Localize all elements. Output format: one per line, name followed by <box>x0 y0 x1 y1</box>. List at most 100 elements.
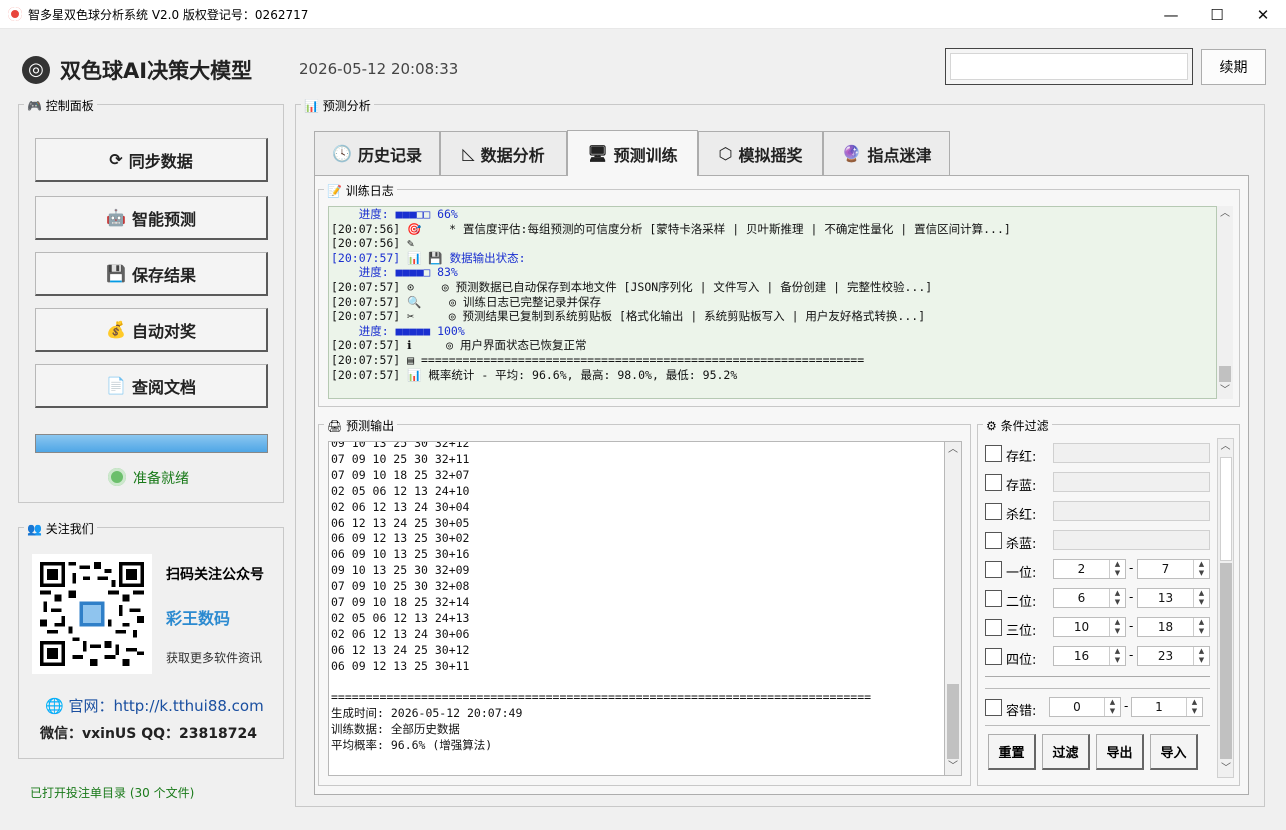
log-line: 进度: ■■■■□ 83% <box>331 265 458 280</box>
pos3-max-stepper[interactable]: 18 ▲ ▼ <box>1137 617 1210 637</box>
website-link[interactable]: 🌐 官网：http://k.tthui88.com <box>45 695 264 716</box>
pos1-checkbox[interactable] <box>985 561 1002 578</box>
log-line: [20:07:57] 📊 💾 数据输出状态: <box>331 250 526 265</box>
keep-blue-label: 存蓝: <box>1006 479 1037 494</box>
output-line: 02 06 12 13 24 30+04 <box>331 499 470 514</box>
scroll-down-icon[interactable]: ﹀ <box>1218 761 1234 777</box>
tab-history[interactable]: 🕓 历史记录 <box>314 131 440 175</box>
output-line: 06 12 13 24 25 30+12 <box>331 642 470 657</box>
tab-data-analysis[interactable]: ◺ 数据分析 <box>440 131 567 175</box>
scroll-down-icon[interactable]: ﹀ <box>945 759 961 775</box>
output-line: 07 09 10 25 30 32+08 <box>331 579 470 594</box>
output-line: 06 12 13 24 25 30+05 <box>331 515 470 530</box>
kill-red-checkbox[interactable] <box>985 503 1002 520</box>
output-line: 07 09 10 18 25 32+14 <box>331 595 470 610</box>
scroll-down-icon[interactable]: ﹀ <box>1217 383 1233 399</box>
range-dash: - <box>1129 619 1134 633</box>
reset-button[interactable]: 重置 <box>988 734 1036 770</box>
kill-blue-checkbox[interactable] <box>985 532 1002 549</box>
sync-data-button[interactable]: ⟳ 同步数据 <box>35 138 268 182</box>
filter-scrollbar[interactable]: ︿ ﹀ <box>1217 438 1234 778</box>
training-log-text[interactable]: 进度: ■■■□□ 66% [20:07:56] 🎯 * 置信度评估:每组预测的可… <box>328 206 1217 399</box>
stepper-arrows-icon[interactable]: ▲ ▼ <box>1193 560 1209 578</box>
range-dash: - <box>1129 590 1134 604</box>
range-dash: - <box>1124 699 1129 713</box>
scroll-up-icon[interactable]: ︿ <box>1217 206 1233 222</box>
save-icon: 💾 <box>106 264 126 283</box>
output-scrollbar[interactable]: ︿ ﹀ <box>945 441 962 776</box>
auto-check-button[interactable]: 💰 自动对奖 <box>35 308 268 352</box>
tab-guidance[interactable]: 🔮 指点迷津 <box>823 131 950 175</box>
tolerance-checkbox[interactable] <box>985 699 1002 716</box>
scroll-thumb[interactable] <box>1220 563 1232 759</box>
stepper-arrows-icon[interactable]: ▲ ▼ <box>1186 698 1202 716</box>
keep-red-input[interactable] <box>1053 443 1210 463</box>
close-button[interactable]: ✕ <box>1240 0 1286 29</box>
kill-blue-input[interactable] <box>1053 530 1210 550</box>
save-result-button[interactable]: 💾 保存结果 <box>35 252 268 296</box>
stepper-arrows-icon[interactable]: ▲ ▼ <box>1109 560 1125 578</box>
kill-red-input[interactable] <box>1053 501 1210 521</box>
maximize-button[interactable]: ☐ <box>1194 0 1240 29</box>
app-icon <box>8 7 22 21</box>
smart-predict-button[interactable]: 🤖 智能预测 <box>35 196 268 240</box>
tab-simulate-draw[interactable]: ⬡ 模拟摇奖 <box>698 131 823 175</box>
stepper-arrows-icon[interactable]: ▲ ▼ <box>1193 618 1209 636</box>
target-logo-icon: ◎ <box>22 56 50 84</box>
tolerance-max-stepper[interactable]: 1 ▲ ▼ <box>1131 697 1203 717</box>
renew-button[interactable]: 续期 <box>1201 49 1266 85</box>
view-docs-button[interactable]: 📄 查阅文档 <box>35 364 268 408</box>
stepper-arrows-icon[interactable]: ▲ ▼ <box>1109 647 1125 665</box>
keep-blue-checkbox[interactable] <box>985 474 1002 491</box>
robot-icon: 🤖 <box>106 208 126 227</box>
footer-status: 已打开投注单目录 (30 个文件) <box>30 786 195 800</box>
pos4-min-stepper[interactable]: 16 ▲ ▼ <box>1053 646 1126 666</box>
monitor-icon: 🖥 <box>587 144 608 163</box>
range-dash: - <box>1129 648 1134 662</box>
gamepad-icon: 🎮 <box>27 99 42 113</box>
tab-prediction-training[interactable]: 🖥 预测训练 <box>567 130 698 176</box>
import-button[interactable]: 导入 <box>1150 734 1198 770</box>
notepad-icon: 📝 <box>327 184 342 198</box>
pos1-min-stepper[interactable]: 2 ▲ ▼ <box>1053 559 1126 579</box>
keep-blue-input[interactable] <box>1053 472 1210 492</box>
stepper-arrows-icon[interactable]: ▲ ▼ <box>1193 589 1209 607</box>
printer-icon: 🖨 <box>327 419 343 433</box>
output-line: 训练数据: 全部历史数据 <box>331 722 460 737</box>
tolerance-min-stepper[interactable]: 0 ▲ ▼ <box>1049 697 1121 717</box>
training-log-scrollbar[interactable]: ︿ ﹀ <box>1217 206 1233 399</box>
pos1-label: 一位: <box>1006 566 1037 581</box>
output-line: 02 05 06 12 13 24+10 <box>331 483 470 498</box>
pos3-min-stepper[interactable]: 10 ▲ ▼ <box>1053 617 1126 637</box>
stepper-arrows-icon[interactable]: ▲ ▼ <box>1109 589 1125 607</box>
log-line: [20:07:56] 🎯 * 置信度评估:每组预测的可信度分析 [蒙特卡洛采样 … <box>331 221 1011 236</box>
scroll-up-icon[interactable]: ︿ <box>945 442 961 458</box>
pos2-checkbox[interactable] <box>985 590 1002 607</box>
keep-red-label: 存红: <box>1006 450 1037 465</box>
export-button[interactable]: 导出 <box>1096 734 1144 770</box>
keep-red-checkbox[interactable] <box>985 445 1002 462</box>
bar-chart-icon: 📊 <box>304 99 319 113</box>
qr-title: 扫码关注公众号 <box>166 567 264 583</box>
pos4-checkbox[interactable] <box>985 648 1002 665</box>
pos4-label: 四位: <box>1006 653 1037 668</box>
filter-button[interactable]: 过滤 <box>1042 734 1090 770</box>
license-input[interactable] <box>950 53 1188 80</box>
pos2-min-stepper[interactable]: 6 ▲ ▼ <box>1053 588 1126 608</box>
scroll-thumb[interactable] <box>947 684 959 759</box>
pos4-max-stepper[interactable]: 23 ▲ ▼ <box>1137 646 1210 666</box>
scroll-thumb[interactable] <box>1219 366 1231 382</box>
stepper-arrows-icon[interactable]: ▲ ▼ <box>1109 618 1125 636</box>
title-bar: 智多星双色球分析系统 V2.0 版权登记号：0262717 — ☐ ✕ <box>0 0 1286 29</box>
prediction-output-text[interactable]: 09 10 13 25 30 32+12 07 09 10 25 30 32+11… <box>328 441 945 776</box>
output-line: ========================================… <box>331 690 872 705</box>
minimize-button[interactable]: — <box>1148 0 1194 29</box>
pos3-label: 三位: <box>1006 624 1037 639</box>
pos1-max-stepper[interactable]: 7 ▲ ▼ <box>1137 559 1210 579</box>
scroll-up-icon[interactable]: ︿ <box>1218 439 1233 455</box>
tolerance-label: 容错: <box>1006 704 1037 719</box>
pos2-max-stepper[interactable]: 13 ▲ ▼ <box>1137 588 1210 608</box>
stepper-arrows-icon[interactable]: ▲ ▼ <box>1193 647 1209 665</box>
pos3-checkbox[interactable] <box>985 619 1002 636</box>
stepper-arrows-icon[interactable]: ▲ ▼ <box>1104 698 1120 716</box>
